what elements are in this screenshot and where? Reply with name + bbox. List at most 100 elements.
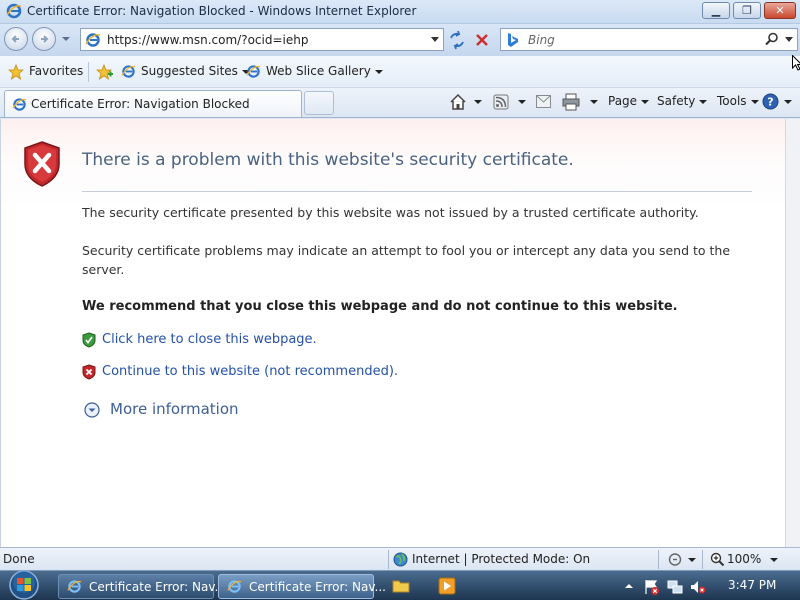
tools-menu[interactable]: Tools [717, 94, 759, 108]
security-zone-text[interactable]: Internet | Protected Mode: On [412, 552, 590, 566]
status-text: Done [3, 552, 35, 566]
help-icon[interactable]: ? [762, 93, 779, 110]
close-icon: ✕ [775, 4, 785, 17]
ie-taskbar-icon [227, 580, 242, 593]
divider [88, 62, 89, 82]
search-icon[interactable] [765, 32, 779, 46]
feeds-icon[interactable] [493, 94, 509, 110]
svg-text:?: ? [767, 96, 773, 109]
chevron-down-icon [641, 99, 650, 104]
folder-icon[interactable] [392, 577, 410, 595]
zoom-icon[interactable] [710, 552, 725, 567]
stop-icon[interactable] [472, 30, 492, 50]
recent-pages-dropdown-icon[interactable] [62, 35, 70, 43]
certificate-issue-text: The security certificate presented by th… [82, 205, 699, 220]
suggested-sites-link[interactable]: Suggested Sites [141, 64, 250, 78]
print-icon[interactable] [562, 93, 580, 111]
protected-mode-icon[interactable] [668, 552, 684, 567]
green-shield-icon [82, 332, 96, 348]
tab-label: Certificate Error: Navigation Blocked [31, 97, 250, 111]
close-window-button[interactable]: ✕ [764, 2, 796, 19]
forward-arrow-icon [41, 35, 49, 43]
show-hidden-icons-button[interactable] [625, 584, 633, 588]
internet-globe-icon [393, 552, 408, 567]
volume-muted-icon[interactable] [690, 579, 706, 595]
zoom-level[interactable]: 100% [727, 552, 761, 566]
divider [388, 550, 389, 569]
chevron-down-icon [699, 99, 708, 104]
print-dropdown-icon[interactable] [590, 100, 598, 104]
taskbar-item-label: Certificate Error: Nav... [249, 580, 386, 594]
url-text[interactable]: https://www.msn.com/?ocid=iehp [107, 33, 308, 47]
close-webpage-link[interactable]: Click here to close this webpage. [102, 332, 317, 347]
start-button[interactable] [4, 569, 44, 600]
favorites-bar: Favorites Suggested Sites Web Slice Gall… [0, 56, 800, 88]
page-menu-label: Page [608, 94, 638, 108]
back-arrow-icon [11, 35, 19, 43]
suggested-sites-ie-icon [121, 65, 136, 78]
more-information-link[interactable]: More information [110, 400, 239, 418]
search-placeholder[interactable]: Bing [528, 33, 555, 47]
search-options-dropdown-icon[interactable] [785, 37, 793, 43]
home-dropdown-icon[interactable] [474, 100, 482, 104]
new-tab-button[interactable] [304, 91, 334, 115]
tab-ie-icon [12, 98, 27, 111]
vertical-scrollbar[interactable] [785, 119, 800, 547]
back-button[interactable] [4, 27, 28, 51]
tab-bar: Certificate Error: Navigation Blocked Pa… [0, 88, 800, 118]
taskbar: Certificate Error: Nav... Certificate Er… [0, 570, 800, 600]
page-menu[interactable]: Page [608, 94, 650, 108]
add-to-favorites-icon[interactable] [96, 64, 114, 80]
address-bar[interactable]: https://www.msn.com/?ocid=iehp [80, 28, 444, 51]
minimize-icon: ▁ [711, 4, 721, 17]
home-icon[interactable] [449, 93, 467, 111]
page-ie-icon [85, 33, 101, 47]
error-shield-icon [24, 141, 60, 187]
page-title: There is a problem with this website's s… [82, 150, 574, 170]
chevron-down-icon [750, 99, 759, 104]
divider [82, 191, 752, 192]
chevron-down-icon [374, 69, 383, 74]
safety-menu[interactable]: Safety [657, 94, 708, 108]
favorites-button[interactable]: Favorites [29, 64, 83, 78]
taskbar-item-label: Certificate Error: Nav... [89, 580, 226, 594]
favorites-star-icon [8, 64, 24, 80]
clock[interactable]: 3:47 PM [728, 578, 776, 592]
expand-circle-icon[interactable] [84, 402, 100, 418]
protected-mode-dropdown-icon[interactable] [688, 558, 696, 562]
safety-menu-label: Safety [657, 94, 696, 108]
web-slice-ie-icon [246, 65, 261, 78]
web-slice-gallery-link[interactable]: Web Slice Gallery [266, 64, 383, 78]
suggested-sites-label: Suggested Sites [141, 64, 238, 78]
taskbar-item-ie-2[interactable]: Certificate Error: Nav... [218, 574, 386, 599]
recommendation-text: We recommend that you close this webpage… [82, 299, 678, 314]
status-bar: Done Internet | Protected Mode: On 100% [0, 547, 800, 570]
read-mail-icon[interactable] [536, 95, 551, 108]
media-player-icon[interactable] [438, 577, 456, 595]
mouse-cursor-icon [792, 55, 800, 71]
continue-to-website-link[interactable]: Continue to this website (not recommende… [102, 364, 398, 379]
web-slice-gallery-label: Web Slice Gallery [266, 64, 371, 78]
minimize-button[interactable]: ▁ [702, 2, 730, 19]
network-icon[interactable] [667, 579, 683, 595]
maximize-button[interactable]: ❐ [733, 2, 761, 19]
taskbar-item-ie-1[interactable]: Certificate Error: Nav... [58, 574, 226, 599]
window-title: Certificate Error: Navigation Blocked - … [27, 4, 417, 18]
help-dropdown-icon[interactable] [784, 100, 792, 104]
divider [658, 550, 659, 569]
security-warning-text: Security certificate problems may indica… [82, 243, 731, 277]
zoom-dropdown-icon[interactable] [770, 558, 778, 562]
restore-icon: ❐ [742, 4, 752, 17]
tools-menu-label: Tools [717, 94, 747, 108]
refresh-icon[interactable] [447, 30, 467, 50]
ie-logo-icon [6, 3, 22, 19]
ie-taskbar-icon [67, 580, 82, 593]
feeds-dropdown-icon[interactable] [518, 100, 526, 104]
tab-certificate-error[interactable]: Certificate Error: Navigation Blocked [4, 90, 302, 117]
search-box[interactable]: Bing [500, 28, 798, 51]
title-bar: Certificate Error: Navigation Blocked - … [0, 0, 800, 24]
address-dropdown-icon[interactable] [431, 37, 439, 43]
bing-logo-icon [508, 33, 518, 47]
action-center-flag-icon[interactable] [644, 579, 660, 595]
forward-button[interactable] [32, 27, 56, 51]
